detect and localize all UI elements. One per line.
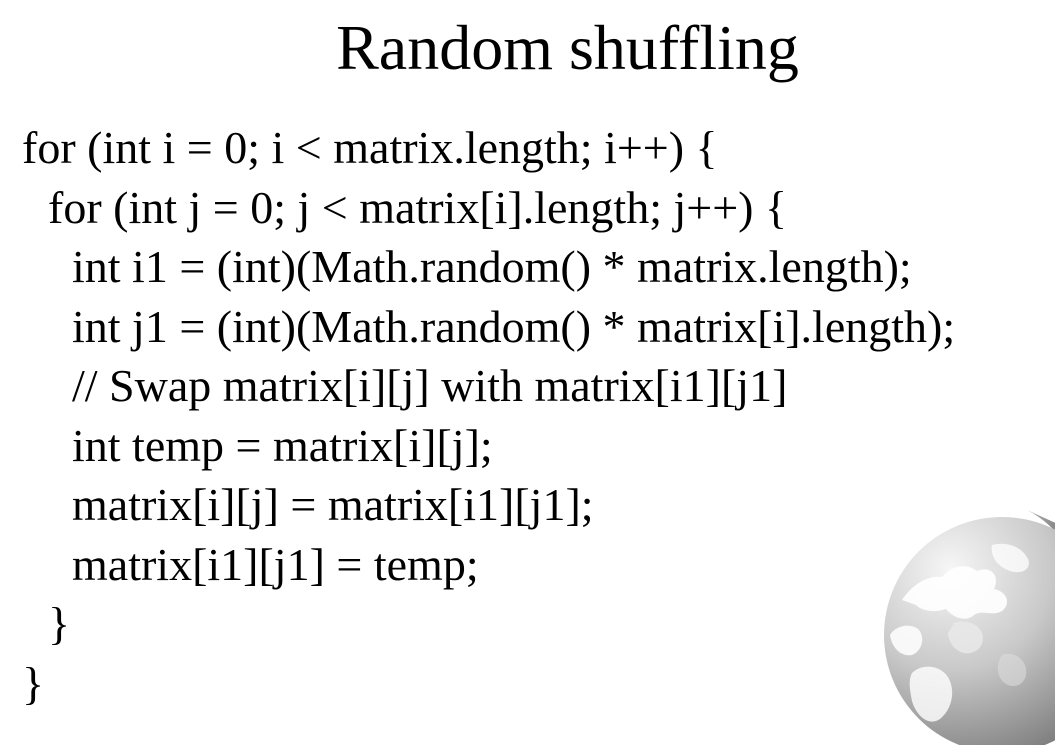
globe-icon [882,505,1055,750]
code-line-comment: // Swap matrix[i][j] with matrix[i1][j1] [72,360,788,411]
code-line-assign: matrix[i][j] = matrix[i1][j1]; [72,479,594,530]
code-line-i1: int i1 = (int)(Math.random() * matrix.le… [72,241,912,292]
code-line-inner-loop: for (int j = 0; j < matrix[i].length; j+… [48,181,788,233]
code-line-restore: matrix[i1][j1] = temp; [72,538,479,590]
code-line-outer-loop: for (int i = 0; i < matrix.length; i++) … [22,122,718,173]
slide-title: Random shuffling [336,12,799,83]
code-line-temp: int temp = matrix[i][j]; [72,419,493,471]
code-line-outer-close: } [22,657,45,709]
code-block: for (int i = 0; i < matrix.length; i++) … [22,118,955,713]
code-line-j1: int j1 = (int)(Math.random() * matrix[i]… [72,300,956,352]
code-line-inner-close: } [48,598,71,649]
